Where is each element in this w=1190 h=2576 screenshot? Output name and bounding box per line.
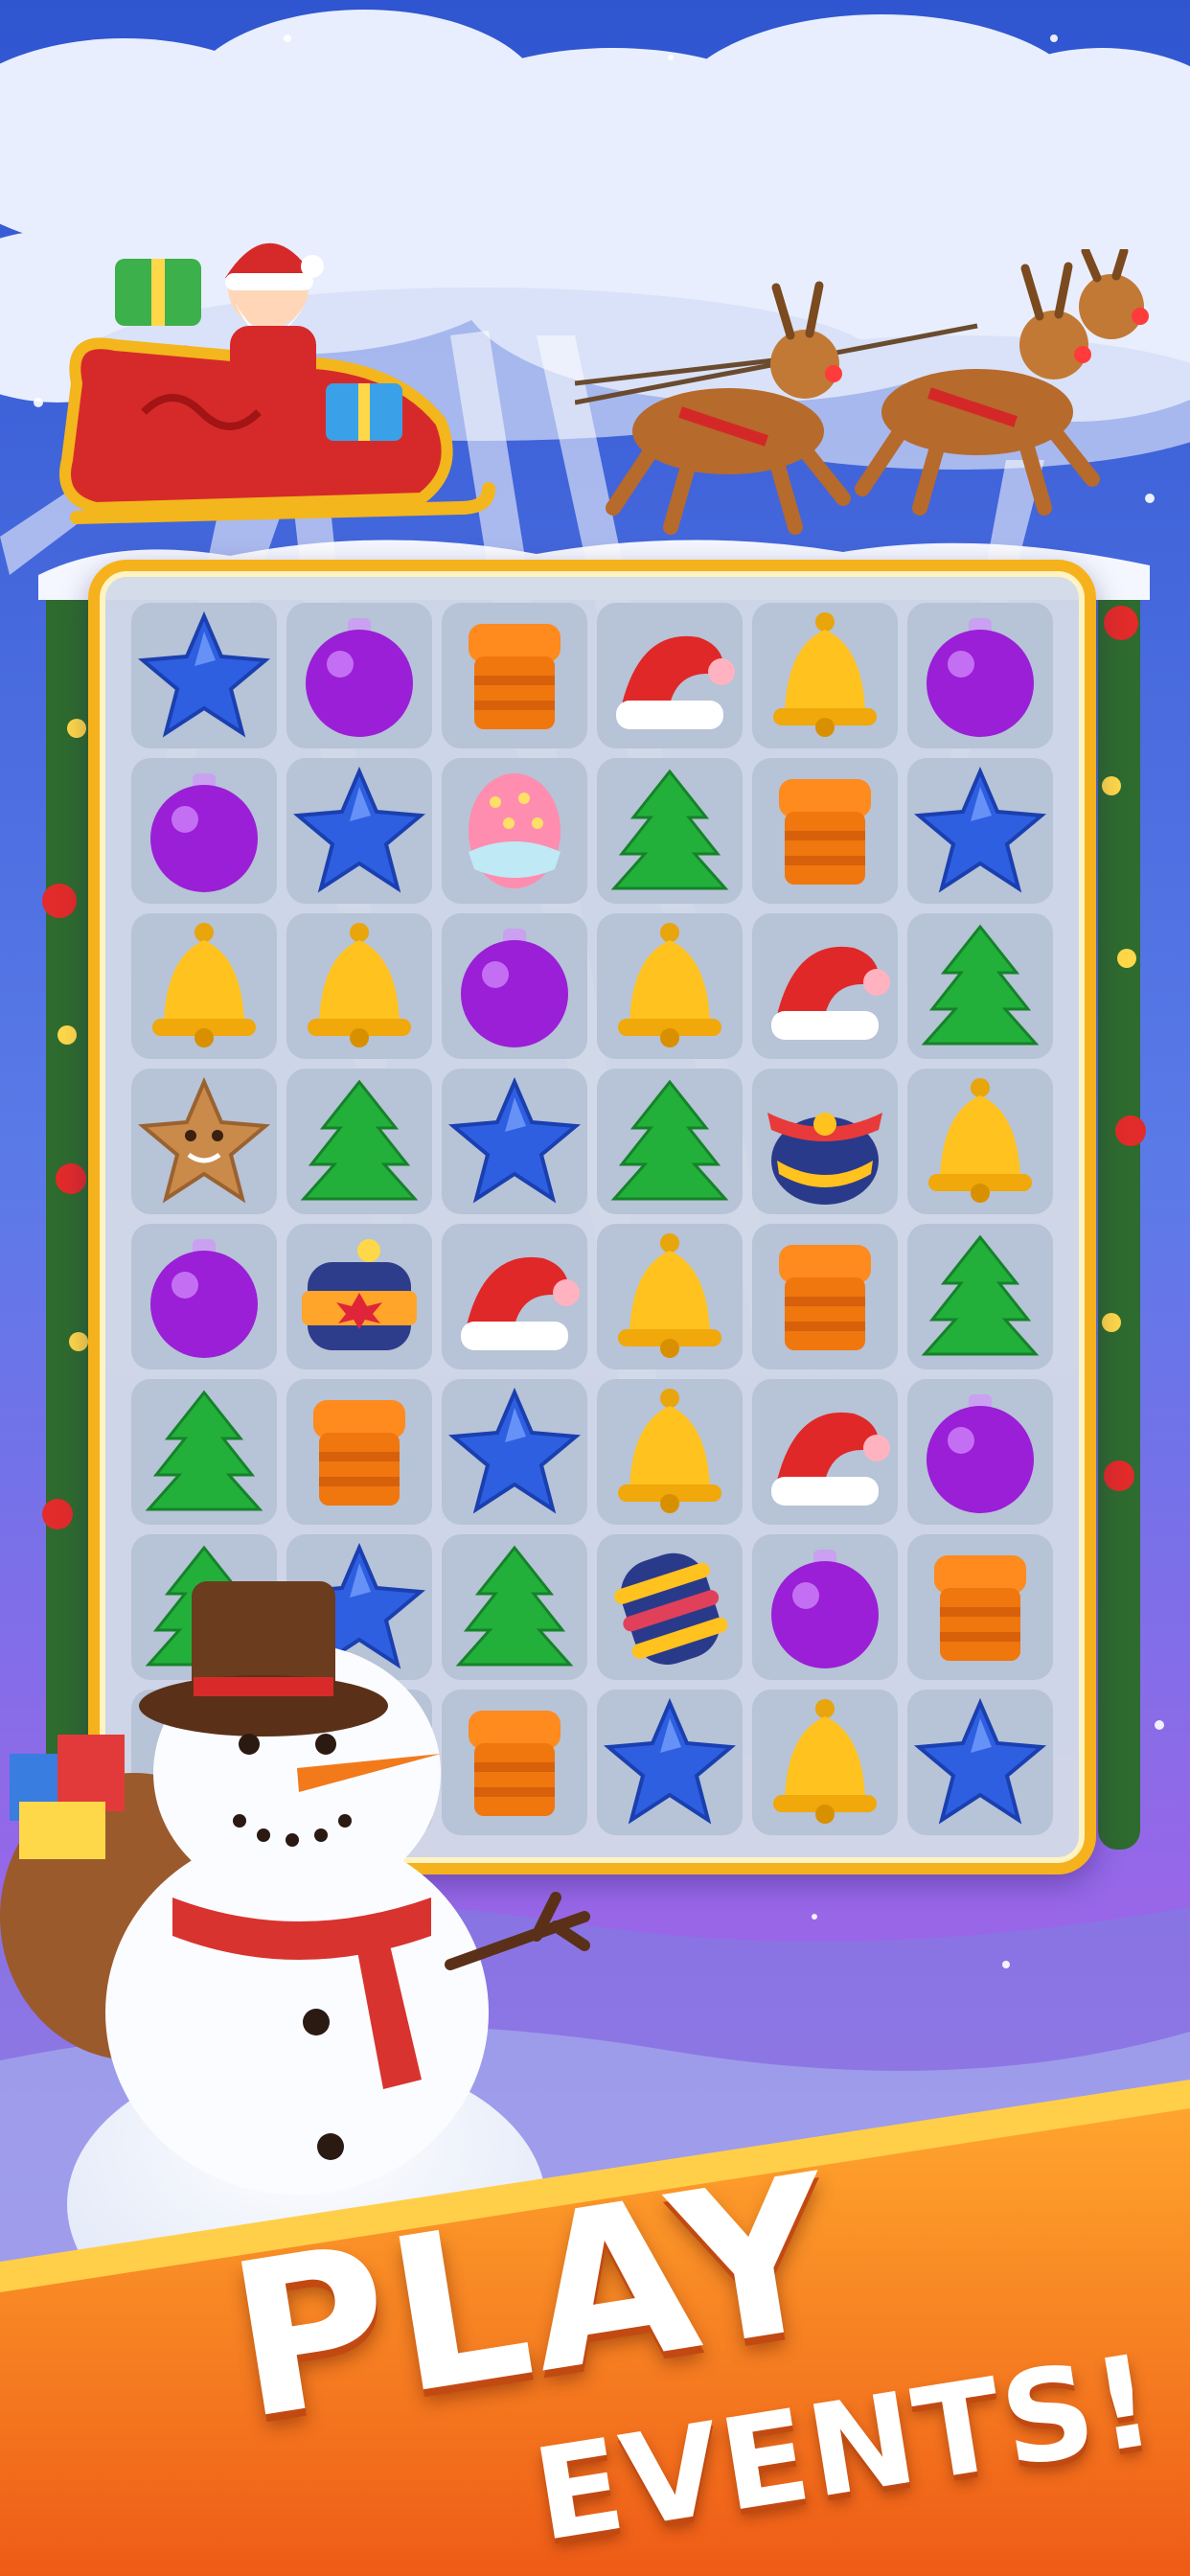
orange-scarf-icon [469,624,561,729]
blue-star-icon [913,766,1047,893]
board-cell[interactable] [907,1690,1053,1835]
board-cell[interactable] [131,603,277,748]
board-cell[interactable] [597,913,743,1059]
snowman-illustration [0,1581,590,2300]
orange-scarf-icon [779,779,871,885]
blue-star-icon [913,1697,1047,1825]
yellow-bell-icon [618,1389,721,1513]
propeller-booster-icon [767,1113,882,1205]
red-santa-hat-icon [771,1412,890,1506]
board-cell[interactable] [752,1534,898,1680]
board-cell[interactable] [752,913,898,1059]
board-cell[interactable] [131,1224,277,1369]
red-santa-hat-icon [616,635,735,729]
rocket-booster-icon [614,1552,728,1666]
board-cell[interactable] [286,913,432,1059]
blue-star-icon [447,1076,582,1204]
board-cell[interactable] [907,1534,1053,1680]
purple-ornament-icon [150,773,258,892]
board-cell[interactable] [442,1069,587,1214]
reindeer-team-illustration [575,249,1149,535]
board-cell[interactable] [442,758,587,904]
board-cell[interactable] [752,1069,898,1214]
blue-star-icon [137,610,271,738]
blue-star-icon [292,766,426,893]
board-cell[interactable] [597,1379,743,1525]
board-cell[interactable] [597,1534,743,1680]
board-cell[interactable] [286,758,432,904]
yellow-bell-icon [152,923,256,1047]
board-cell[interactable] [286,1224,432,1369]
orange-scarf-icon [313,1400,405,1506]
green-tree-icon [610,769,729,890]
board-cell[interactable] [752,1224,898,1369]
yellow-bell-icon [618,923,721,1047]
board-cell[interactable] [597,1690,743,1835]
red-santa-hat-icon [771,946,890,1040]
board-cell[interactable] [597,603,743,748]
board-cell[interactable] [131,913,277,1059]
green-tree-icon [145,1390,263,1511]
purple-ornament-icon [461,929,568,1047]
orange-scarf-icon [779,1245,871,1350]
board-cell[interactable] [907,1379,1053,1525]
purple-ornament-icon [771,1550,879,1668]
board-cell[interactable] [907,913,1053,1059]
orange-scarf-icon [934,1555,1026,1661]
board-cell[interactable] [907,603,1053,748]
purple-ornament-icon [150,1239,258,1358]
purple-ornament-icon [927,1394,1034,1513]
board-cell[interactable] [131,1069,277,1214]
board-cell[interactable] [131,758,277,904]
board-cell[interactable] [286,1379,432,1525]
board-cell[interactable] [907,1224,1053,1369]
green-tree-icon [610,1079,729,1201]
firecracker-booster-icon [302,1239,417,1350]
board-cell[interactable] [752,1379,898,1525]
board-cell[interactable] [442,1379,587,1525]
purple-ornament-icon [306,618,413,737]
blue-star-icon [447,1387,582,1514]
green-tree-icon [921,924,1040,1046]
decorated-egg-icon [469,773,561,888]
board-cell[interactable] [286,1069,432,1214]
purple-ornament-icon [927,618,1034,737]
board-cell[interactable] [597,1224,743,1369]
yellow-bell-icon [773,1699,877,1824]
green-tree-icon [300,1079,419,1201]
red-santa-hat-icon [461,1256,580,1350]
yellow-bell-icon [308,923,411,1047]
board-cell[interactable] [442,1224,587,1369]
blue-star-icon [603,1697,737,1825]
board-cell[interactable] [597,758,743,904]
gingerbread-star-icon [137,1076,271,1204]
board-cell[interactable] [752,603,898,748]
board-cell[interactable] [907,1069,1053,1214]
board-cell[interactable] [442,913,587,1059]
green-tree-icon [921,1234,1040,1356]
yellow-bell-icon [928,1078,1032,1203]
board-cell[interactable] [442,603,587,748]
board-cell[interactable] [907,758,1053,904]
board-cell[interactable] [752,758,898,904]
board-cell[interactable] [131,1379,277,1525]
board-cell[interactable] [597,1069,743,1214]
yellow-bell-icon [618,1233,721,1358]
board-cell[interactable] [752,1690,898,1835]
board-cell[interactable] [286,603,432,748]
yellow-bell-icon [773,612,877,737]
santa-sleigh-illustration [59,242,495,524]
